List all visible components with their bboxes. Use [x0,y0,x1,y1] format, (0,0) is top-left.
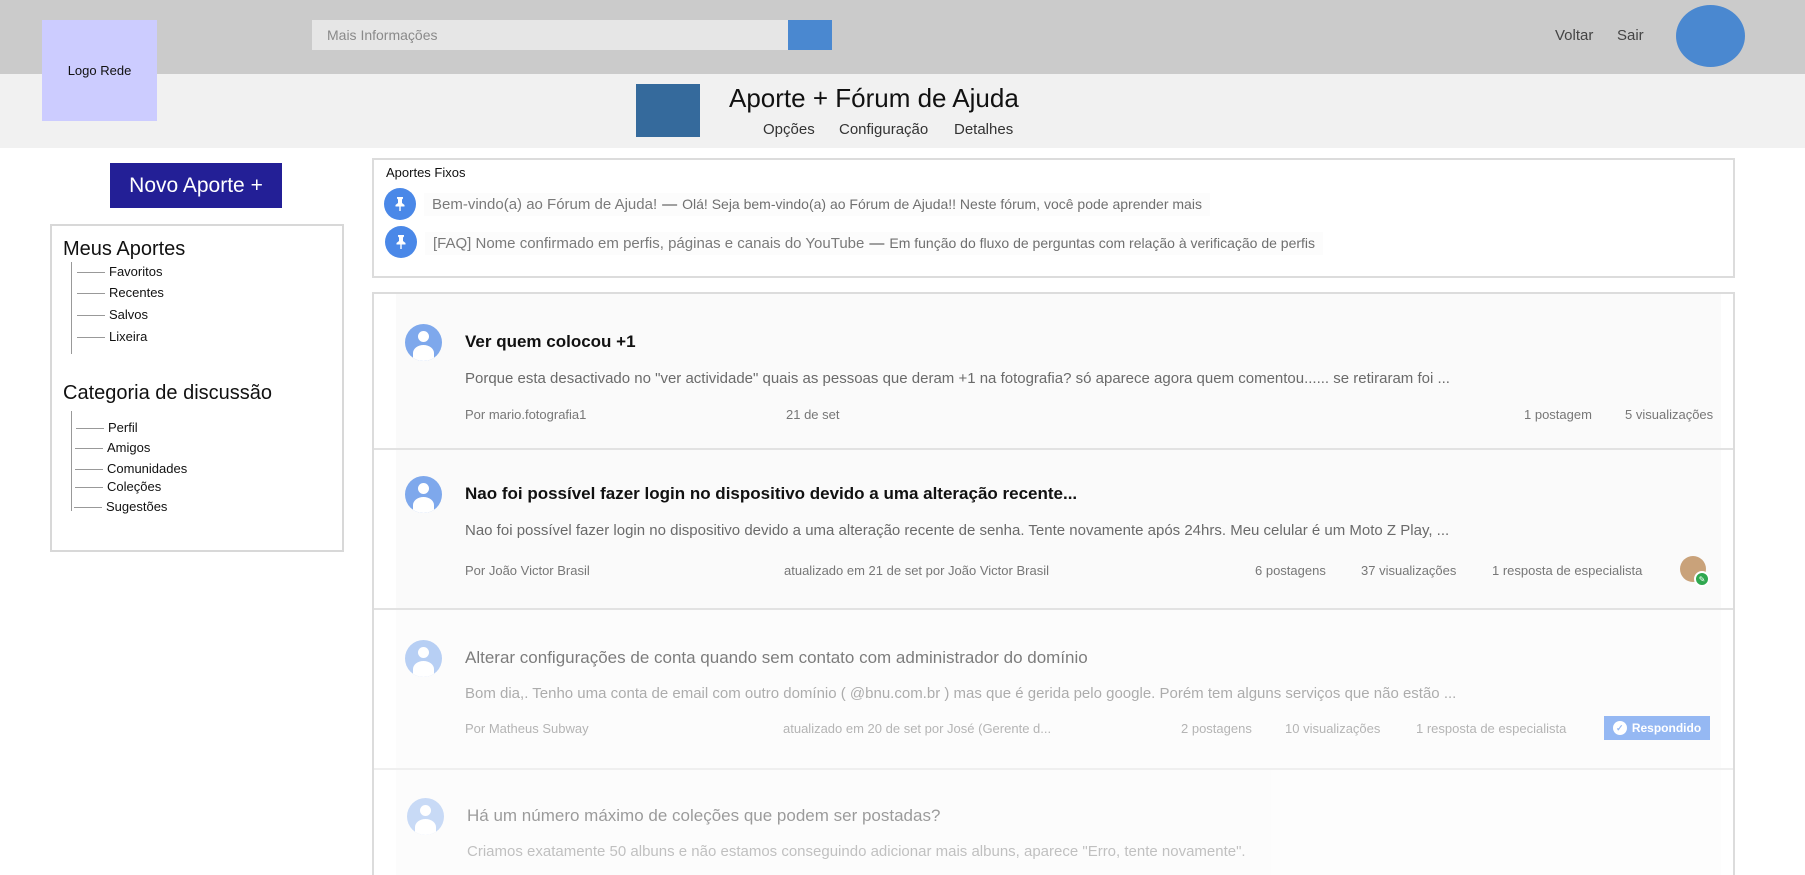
check-icon: ✓ [1612,721,1627,735]
post-view-count: 10 visualizações [1285,721,1381,736]
tree-connector [71,411,72,511]
search-button[interactable] [788,20,832,50]
post-expert-reply: 1 resposta de especialista [1492,563,1643,578]
post-title[interactable]: Alterar configurações de conta quando se… [465,648,1088,668]
tree-connector [71,262,72,354]
my-posts-heading: Meus Aportes [63,238,186,260]
categories-heading: Categoria de discussão [63,382,273,404]
post-author[interactable]: Por João Victor Brasil [465,563,590,578]
post-reply-count: 6 postagens [1255,563,1326,578]
post-list: Ver quem colocou +1 Porque esta desactiv… [372,292,1735,875]
pinned-item-title: [FAQ] Nome confirmado em perfis, páginas… [433,235,865,252]
top-bar [0,0,1805,74]
post-date: atualizado em 21 de set por João Victor … [784,563,1049,578]
new-post-button[interactable]: Novo Aporte + [110,163,282,208]
sidebar-item-trash[interactable]: Lixeira [76,329,147,344]
post-title[interactable]: Há um número máximo de coleções que pode… [467,806,940,826]
forum-icon [636,84,700,137]
user-avatar[interactable] [1676,5,1745,67]
post-author[interactable]: Por Matheus Subway [465,721,589,736]
category-suggestions[interactable]: Sugestões [73,499,167,514]
author-avatar [405,640,442,677]
tab-options[interactable]: Opções [763,121,815,138]
answered-badge: ✓ Respondido [1604,716,1710,740]
post-reply-count: 2 postagens [1181,721,1252,736]
pinned-item-title: Bem-vindo(a) ao Fórum de Ajuda! [432,196,658,213]
post-date: atualizado em 20 de set por José (Gerent… [783,721,1052,736]
category-collections[interactable]: Coleções [74,479,161,494]
pin-icon [384,188,416,220]
author-avatar [405,324,442,361]
pinned-item-excerpt: Em função do fluxo de perguntas com rela… [889,235,1316,251]
post-date: 21 de set [786,407,840,422]
category-profile[interactable]: Perfil [76,420,138,435]
post-item[interactable]: Ver quem colocou +1 Porque esta desactiv… [374,294,1733,450]
network-logo[interactable]: Logo Rede [42,20,157,121]
post-excerpt: Bom dia,. Tenho uma conta de email com o… [465,685,1457,702]
search-input[interactable] [312,20,789,50]
post-title[interactable]: Ver quem colocou +1 [465,332,636,352]
sidebar-item-recent[interactable]: Recentes [77,285,164,300]
pinned-item[interactable]: Bem-vindo(a) ao Fórum de Ajuda! — Olá! Sej… [424,193,1210,216]
tab-configuration[interactable]: Configuração [839,121,928,138]
page-title: Aporte + Fórum de Ajuda [729,83,1019,113]
post-item[interactable]: Há um número máximo de coleções que pode… [374,770,1733,875]
logout-link[interactable]: Sair [1617,27,1644,44]
pinned-item-excerpt: Olá! Seja bem-vindo(a) ao Fórum de Ajuda… [682,196,1202,212]
expert-badge-icon: ✎ [1694,571,1710,587]
category-communities[interactable]: Comunidades [74,461,187,476]
post-view-count: 5 visualizações [1625,407,1714,422]
pinned-posts: Aportes Fixos Bem-vindo(a) ao Fórum de A… [372,158,1735,278]
pinned-item[interactable]: [FAQ] Nome confirmado em perfis, páginas… [425,232,1324,255]
author-avatar [405,476,442,513]
post-item[interactable]: Nao foi possível fazer login no disposit… [374,450,1733,610]
pinned-heading: Aportes Fixos [386,165,466,180]
back-link[interactable]: Voltar [1555,27,1593,44]
post-title[interactable]: Nao foi possível fazer login no disposit… [465,484,1077,504]
post-excerpt: Porque esta desactivado no "ver activida… [465,370,1450,387]
post-reply-count: 1 postagem [1524,407,1592,422]
post-author[interactable]: Por mario.fotografia1 [465,407,586,422]
pin-icon [385,226,417,258]
category-friends[interactable]: Amigos [74,440,150,455]
answered-label: Respondido [1631,721,1702,735]
expert-avatar[interactable]: ✎ [1680,556,1710,587]
post-item[interactable]: Alterar configurações de conta quando se… [374,610,1733,770]
post-expert-reply: 1 resposta de especialista [1416,721,1567,736]
post-excerpt: Nao foi possível fazer login no disposit… [465,522,1450,539]
post-excerpt: Criamos exatamente 50 albuns e não estam… [467,843,1246,860]
sidebar: Meus Aportes Favoritos Recentes Salvos L… [50,224,344,552]
tab-details[interactable]: Detalhes [954,121,1013,138]
sidebar-item-favorites[interactable]: Favoritos [76,264,162,279]
author-avatar [407,798,444,835]
sidebar-item-saved[interactable]: Salvos [76,307,148,322]
post-view-count: 37 visualizações [1361,563,1457,578]
